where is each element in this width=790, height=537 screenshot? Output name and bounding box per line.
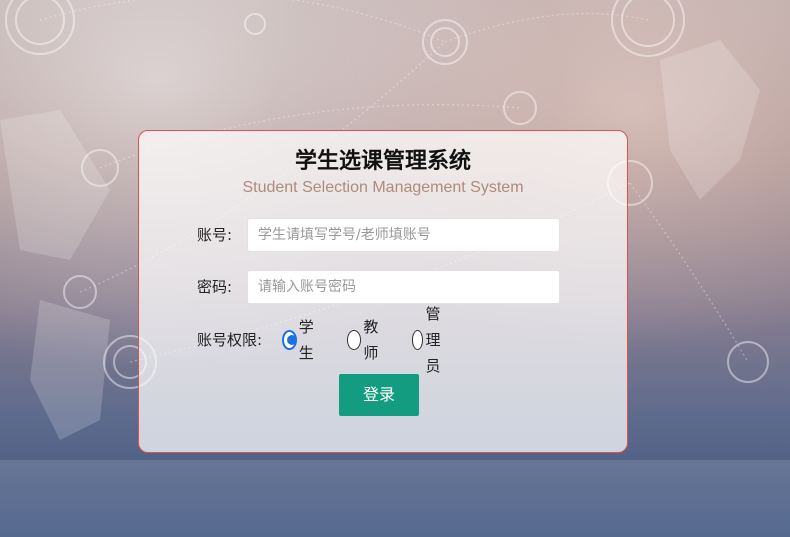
role-option-admin[interactable]: 管理员 (412, 305, 449, 375)
app-subtitle: Student Selection Management System (242, 179, 524, 196)
password-input[interactable]: 请输入账号密码 (247, 270, 560, 304)
role-student-label: 学生 (298, 318, 314, 362)
role-label: 账号权限: (197, 331, 263, 349)
role-admin-label: 管理员 (425, 305, 441, 375)
login-card: 学生选课管理系统 Student Selection Management Sy… (138, 130, 628, 453)
role-option-student[interactable]: 学生 (282, 318, 319, 362)
account-label: 账号: (197, 226, 233, 244)
radio-student[interactable] (282, 330, 297, 350)
radio-teacher[interactable] (347, 330, 362, 350)
account-input[interactable]: 学生请填写学号/老师填账号 (247, 218, 560, 252)
role-teacher-label: 教师 (363, 318, 379, 362)
app-title: 学生选课管理系统 (294, 149, 471, 174)
password-row: 密码: 请输入账号密码 (139, 270, 627, 304)
login-button[interactable]: 登录 (339, 374, 419, 416)
role-option-teacher[interactable]: 教师 (347, 318, 384, 362)
password-label: 密码: (197, 278, 233, 296)
account-row: 账号: 学生请填写学号/老师填账号 (139, 218, 627, 252)
radio-admin[interactable] (412, 330, 424, 350)
